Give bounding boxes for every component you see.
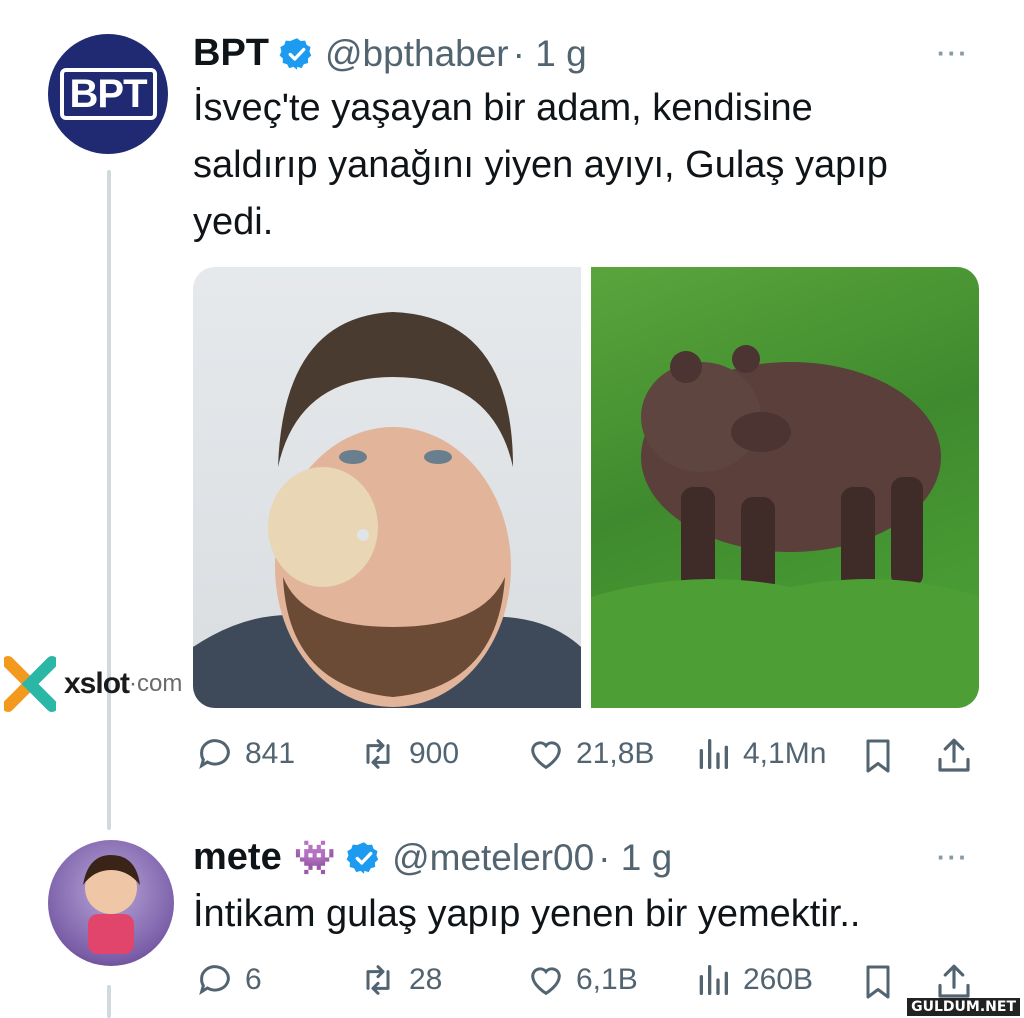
retweet-icon xyxy=(366,739,390,769)
xslot-logo-icon xyxy=(4,656,56,712)
photo-brown-bear[interactable] xyxy=(591,267,979,708)
bear-illustration xyxy=(591,345,979,708)
thread-line-bottom xyxy=(107,985,111,1018)
retweet-action[interactable]: 900 xyxy=(357,734,459,774)
photo-man-with-bandage[interactable] xyxy=(193,267,581,708)
reply-icon xyxy=(199,965,230,995)
reply-count: 841 xyxy=(245,737,296,770)
tweet-header: BPT @bpthaber · 1 g xyxy=(193,32,587,75)
like-action[interactable]: 21,8B xyxy=(526,734,654,774)
tweet-text-line: İsveç'te yaşayan bir adam, kendisine xyxy=(193,87,813,129)
reply-action[interactable]: 6 xyxy=(195,960,262,1000)
reply-action[interactable]: 841 xyxy=(195,734,295,774)
avatar-mete[interactable] xyxy=(48,840,174,966)
like-count: 6,1B xyxy=(576,963,638,996)
verified-badge-icon xyxy=(346,841,379,874)
avatar-bpt[interactable]: BPT xyxy=(48,34,168,154)
views-count: 4,1Mn xyxy=(743,737,827,770)
timestamp[interactable]: · 1 g xyxy=(513,33,587,75)
thread-line xyxy=(107,170,111,830)
views-action[interactable]: 4,1Mn xyxy=(693,734,826,774)
tweet-text-line: saldırıp yanağını yiyen ayıyı, Gulaş yap… xyxy=(193,144,888,186)
man-illustration xyxy=(193,312,581,708)
reply-icon xyxy=(199,739,230,769)
xslot-watermark: xslot ·com xyxy=(4,656,182,712)
avatar-character-illustration xyxy=(83,855,140,954)
views-count: 260B xyxy=(743,963,814,996)
tweet-text: İntikam gulaş yapıp yenen bir yemektir.. xyxy=(193,886,860,943)
bookmark-icon[interactable] xyxy=(858,960,898,1004)
retweet-count: 900 xyxy=(409,737,460,770)
tweet-text: İsveç'te yaşayan bir adam, kendisine sal… xyxy=(193,80,888,251)
tweet-header: mete 👾 @meteler00 · 1 g xyxy=(193,836,672,879)
watermark-suffix: ·com xyxy=(129,670,183,697)
display-name[interactable]: mete xyxy=(193,836,282,879)
tweet-text-line: yedi. xyxy=(193,201,274,243)
user-handle[interactable]: @meteler00 xyxy=(392,837,594,879)
verified-badge-icon xyxy=(279,37,312,70)
views-chart-icon xyxy=(699,739,728,769)
bookmark-icon[interactable] xyxy=(858,734,898,778)
heart-icon xyxy=(531,967,561,996)
views-action[interactable]: 260B xyxy=(693,960,813,1000)
watermark-brand: xslot xyxy=(64,667,130,700)
heart-icon xyxy=(531,741,561,770)
bpt-logo: BPT xyxy=(59,68,157,120)
tweet-text-line: İntikam gulaş yapıp yenen bir yemektir.. xyxy=(193,893,861,935)
more-options-icon[interactable]: ··· xyxy=(937,38,969,69)
timestamp[interactable]: · 1 g xyxy=(598,837,672,879)
reply-count: 6 xyxy=(245,963,262,996)
retweet-action[interactable]: 28 xyxy=(357,960,442,1000)
share-icon[interactable] xyxy=(933,734,975,778)
retweet-count: 28 xyxy=(409,963,443,996)
tweet-media[interactable] xyxy=(193,267,979,708)
like-count: 21,8B xyxy=(576,737,655,770)
display-name[interactable]: BPT xyxy=(193,32,269,75)
user-handle[interactable]: @bpthaber xyxy=(325,33,509,75)
more-options-icon[interactable]: ··· xyxy=(937,842,969,873)
alien-emoji-icon: 👾 xyxy=(293,838,337,877)
guldum-watermark: GULDUM.NET xyxy=(907,998,1020,1016)
views-chart-icon xyxy=(699,965,728,995)
retweet-icon xyxy=(366,965,390,995)
like-action[interactable]: 6,1B xyxy=(526,960,638,1000)
